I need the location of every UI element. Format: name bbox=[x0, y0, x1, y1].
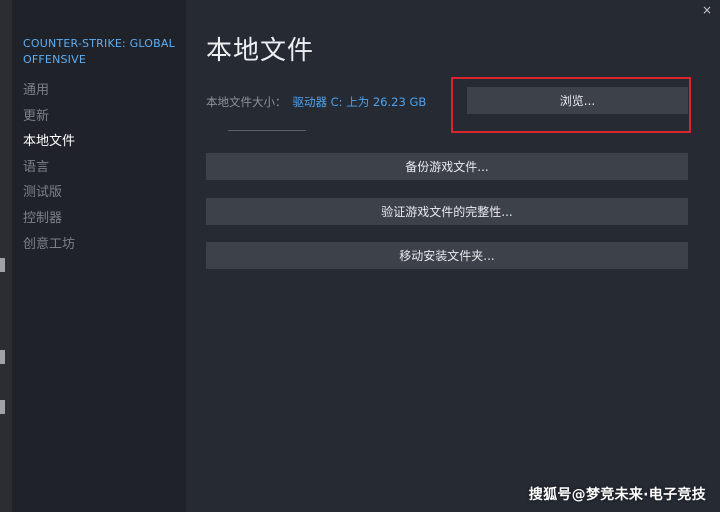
properties-sidebar: COUNTER-STRIKE: GLOBAL OFFENSIVE 通用 更新 本… bbox=[12, 0, 186, 512]
backup-game-files-button[interactable]: 备份游戏文件... bbox=[206, 153, 688, 180]
properties-nav: 通用 更新 本地文件 语言 测试版 控制器 创意工坊 bbox=[23, 82, 75, 261]
page-title: 本地文件 bbox=[206, 36, 315, 66]
size-label: 本地文件大小： bbox=[206, 95, 287, 109]
background-window-fragment bbox=[0, 350, 5, 364]
nav-item-general[interactable]: 通用 bbox=[23, 82, 75, 108]
game-title: COUNTER-STRIKE: GLOBAL OFFENSIVE bbox=[23, 37, 175, 66]
nav-item-language[interactable]: 语言 bbox=[23, 159, 75, 185]
nav-item-updates[interactable]: 更新 bbox=[23, 108, 75, 134]
nav-item-local-files[interactable]: 本地文件 bbox=[23, 133, 75, 159]
nav-item-controller[interactable]: 控制器 bbox=[23, 210, 75, 236]
close-icon[interactable]: × bbox=[702, 4, 712, 16]
background-window-fragment bbox=[0, 258, 5, 272]
highlight-annotation bbox=[451, 77, 691, 133]
background-window-strip bbox=[0, 0, 12, 512]
local-files-panel: × 本地文件 本地文件大小： 驱动器 C: 上为 26.23 GB 浏览... 备… bbox=[186, 0, 720, 512]
drive-size-link[interactable]: 驱动器 C: 上为 26.23 GB bbox=[293, 95, 427, 109]
local-files-size-row: 本地文件大小： 驱动器 C: 上为 26.23 GB bbox=[206, 94, 426, 110]
nav-item-betas[interactable]: 测试版 bbox=[23, 184, 75, 210]
move-install-folder-button[interactable]: 移动安装文件夹... bbox=[206, 242, 688, 269]
watermark: 搜狐号@梦竞未来·电子竞技 bbox=[528, 487, 706, 503]
size-divider bbox=[228, 130, 306, 131]
verify-integrity-button[interactable]: 验证游戏文件的完整性... bbox=[206, 198, 688, 225]
nav-item-workshop[interactable]: 创意工坊 bbox=[23, 236, 75, 262]
background-window-fragment bbox=[0, 400, 5, 414]
